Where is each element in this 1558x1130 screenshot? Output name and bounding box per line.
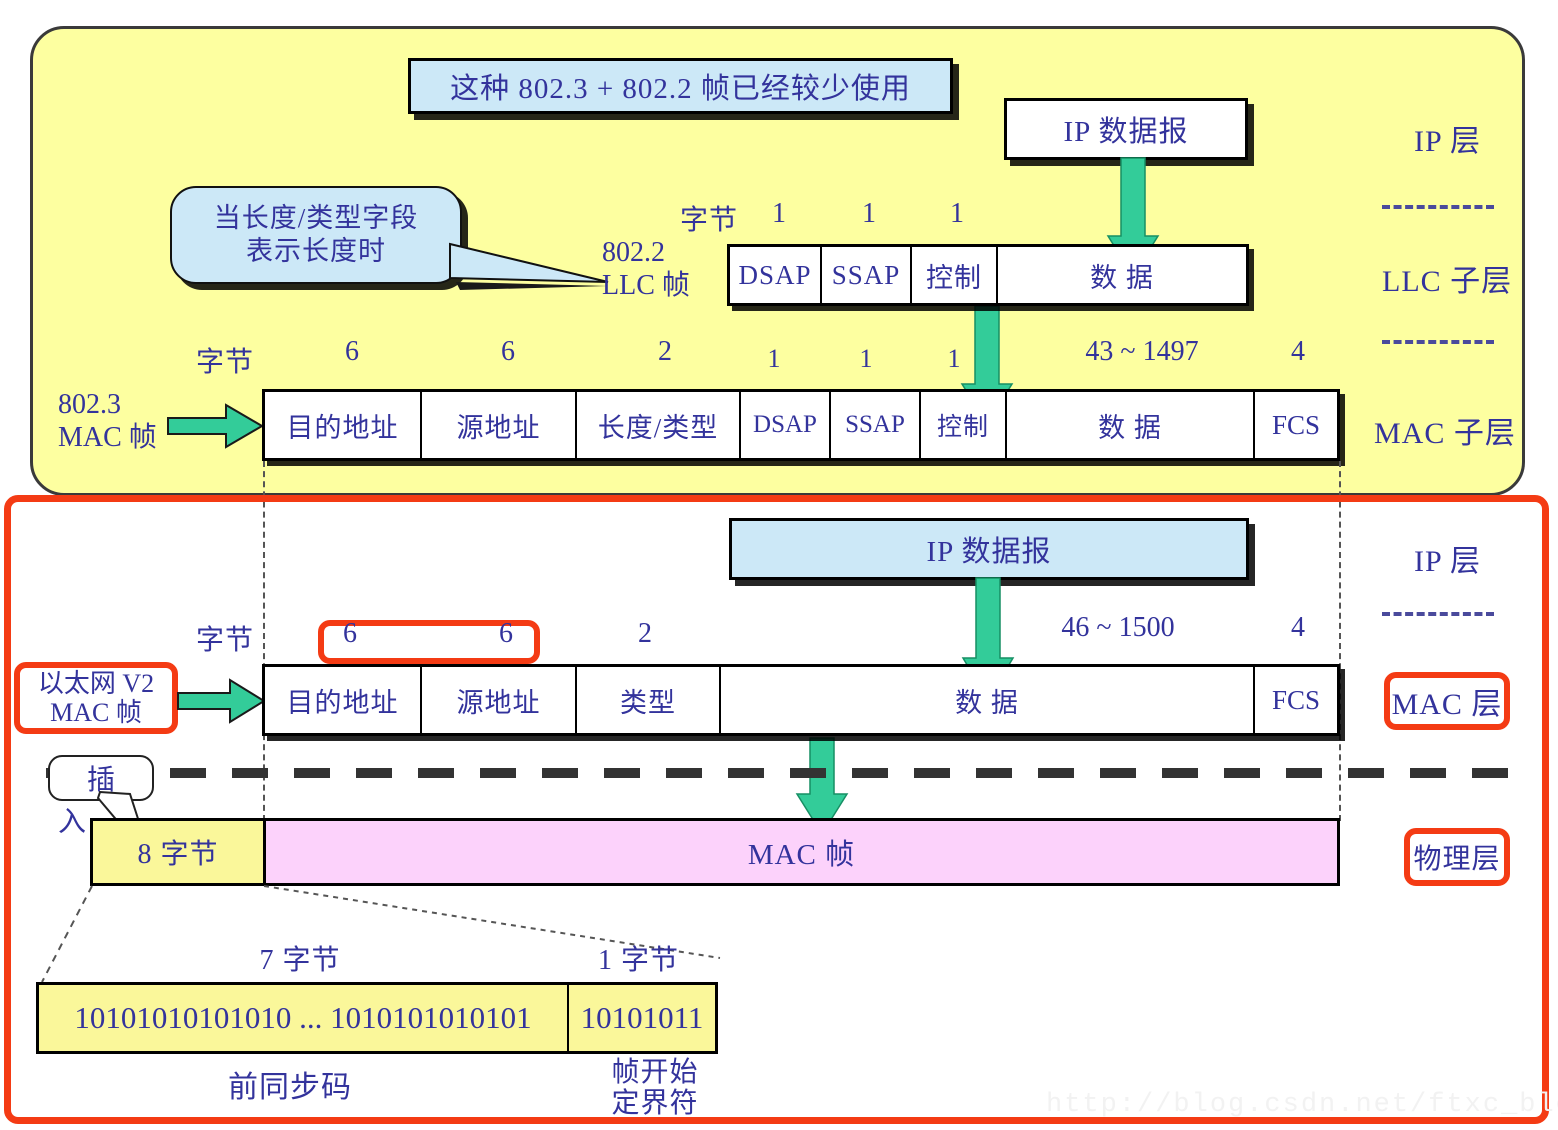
- preamble-detail-strip: 10101010101010 ... 1010101010101 1010101…: [36, 982, 718, 1054]
- llc-cell-data: 数 据: [998, 247, 1246, 303]
- llc-cell-ssap: SSAP: [822, 247, 912, 303]
- ethernet-cell-data: 数 据: [721, 667, 1255, 733]
- layer-label-ip-bottom: IP 层: [1414, 545, 1482, 578]
- ethernet-byte-label: 字节: [196, 625, 255, 656]
- physical-preamble-cell: 8 字节: [93, 821, 266, 883]
- physical-macframe-cell: MAC 帧: [266, 821, 1337, 883]
- mac-bytecount-1: 6: [501, 336, 515, 367]
- ethernet-bytecount-2: 2: [638, 618, 652, 649]
- mac8023-cell-src: 源地址: [422, 392, 577, 458]
- mac-bytecount-4: 1: [859, 344, 873, 373]
- layer-divider-ip-mac-bottom: [1382, 612, 1494, 616]
- llc-bytecount-0: 1: [772, 198, 786, 229]
- mac-frame-strip-8023: 目的地址 源地址 长度/类型 DSAP SSAP 控制 数 据 FCS: [262, 389, 1340, 461]
- arrow-into-8023-frame-icon: [167, 403, 264, 449]
- mac-byte-label: 字节: [196, 347, 255, 378]
- preamble-name-left: 前同步码: [228, 1071, 352, 1104]
- ethernet-cell-dest: 目的地址: [265, 667, 422, 733]
- llc-byte-label: 字节: [680, 205, 739, 236]
- ethernet-bytecount-0: 6: [343, 618, 357, 649]
- mac-bytecount-7: 4: [1291, 336, 1305, 367]
- ethernet-bytecount-4: 4: [1291, 612, 1305, 643]
- mac8023-cell-data: 数 据: [1007, 392, 1255, 458]
- mac8023-cell-lentype: 长度/类型: [577, 392, 741, 458]
- llc-frame-name: 802.2 LLC 帧: [602, 236, 690, 302]
- mac8023-cell-fcs: FCS: [1255, 392, 1337, 458]
- ethernet-bytecount-1: 6: [499, 618, 513, 649]
- mac-bytecount-5: 1: [947, 344, 961, 373]
- callout-length-field: 当长度/类型字段 表示长度时: [170, 186, 462, 284]
- mac-bytecount-2: 2: [658, 336, 672, 367]
- mac-bytecount-6: 43 ~ 1497: [1085, 336, 1199, 367]
- ethernet-cell-fcs: FCS: [1255, 667, 1337, 733]
- note-banner: 这种 802.3 + 802.2 帧已经较少使用: [408, 58, 953, 114]
- mac-frame-name-line1: 802.3: [58, 389, 121, 420]
- layer-label-physical: 物理层: [1404, 828, 1510, 886]
- preamble-name-right: 帧开始 定界符: [611, 1057, 699, 1119]
- callout-length-field-text: 当长度/类型字段 表示长度时: [213, 203, 419, 266]
- mac-bytecount-3: 1: [767, 344, 781, 373]
- ethernet-frame-strip: 目的地址 源地址 类型 数 据 FCS: [262, 664, 1340, 736]
- preamble-bits-right: 10101011: [580, 1000, 704, 1035]
- llc-frame-name-line2: LLC 帧: [602, 270, 690, 302]
- layer-label-mac-sub: MAC 子层: [1374, 417, 1516, 450]
- ethernet-cell-type: 类型: [577, 667, 721, 733]
- layer-label-mac-bottom: MAC 层: [1384, 672, 1510, 730]
- preamble-bits-left: 10101010101010 ... 1010101010101: [39, 985, 569, 1051]
- callout-tail-icon: [449, 242, 609, 290]
- llc-cell-control: 控制: [912, 247, 998, 303]
- diagram-canvas: 这种 802.3 + 802.2 帧已经较少使用 当长度/类型字段 表示长度时 …: [0, 0, 1558, 1130]
- watermark: http://blog.csdn.net/ftxc_blog: [1046, 1090, 1558, 1120]
- llc-frame-name-line1: 802.2: [602, 237, 665, 268]
- preamble-bytelabel-right: 1 字节: [598, 945, 680, 976]
- llc-frame-strip: DSAP SSAP 控制 数 据: [727, 244, 1249, 306]
- layer-divider-llc-mac: [1382, 340, 1494, 344]
- mac8023-cell-control: 控制: [921, 392, 1007, 458]
- ethernet-cell-src: 源地址: [422, 667, 577, 733]
- layer-label-ip-top: IP 层: [1414, 125, 1482, 158]
- mac8023-cell-dest: 目的地址: [265, 392, 422, 458]
- ip-datagram-box-top: IP 数据报: [1004, 98, 1248, 160]
- preamble-bytelabel-left: 7 字节: [259, 945, 341, 976]
- ip-datagram-box-bottom: IP 数据报: [729, 518, 1249, 580]
- ethernet-frame-name-box: 以太网 V2 MAC 帧: [14, 662, 178, 734]
- mac-bytecount-0: 6: [345, 336, 359, 367]
- physical-row: 8 字节 MAC 帧: [90, 818, 1340, 886]
- mac8023-cell-ssap: SSAP: [831, 392, 921, 458]
- llc-cell-dsap: DSAP: [730, 247, 822, 303]
- mac8023-cell-dsap: DSAP: [741, 392, 831, 458]
- layer-divider-ip-llc: [1382, 205, 1494, 209]
- mac-frame-name-line2: MAC 帧: [58, 422, 157, 454]
- arrow-into-ethernet-frame-icon: [177, 678, 266, 724]
- llc-bytecount-1: 1: [862, 198, 876, 229]
- mac-physical-boundary: [46, 768, 1516, 778]
- llc-bytecount-2: 1: [950, 198, 964, 229]
- ethernet-frame-name-line1: 以太网 V2: [37, 668, 155, 698]
- ethernet-bytecount-3: 46 ~ 1500: [1061, 612, 1175, 643]
- insert-callout-line2: 入: [58, 807, 88, 838]
- mac-frame-name: 802.3 MAC 帧: [58, 388, 157, 454]
- ethernet-frame-name-line2: MAC 帧: [50, 698, 142, 727]
- layer-label-llc-top: LLC 子层: [1382, 265, 1513, 298]
